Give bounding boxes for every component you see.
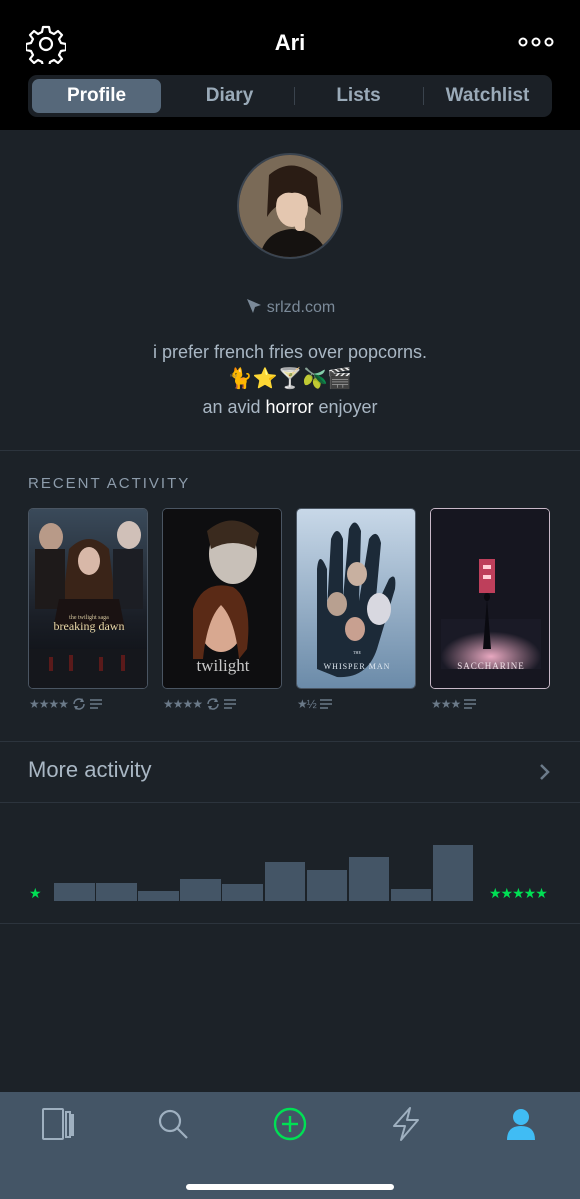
review-icon: [464, 699, 477, 709]
histogram-min-label: ★: [29, 885, 42, 901]
histogram-bar[interactable]: [432, 845, 474, 901]
star-rating: ★★★: [431, 697, 461, 711]
histogram-bar[interactable]: [96, 883, 137, 901]
bio-text: an avid: [202, 397, 266, 417]
top-bar: Ari Profile Diary Lists Watchlist: [0, 0, 580, 130]
section-title: RECENT ACTIVITY: [28, 475, 191, 492]
website-text: srlzd.com: [266, 299, 336, 316]
film-meta: ★★★: [431, 696, 477, 712]
tab-watchlist[interactable]: Watchlist: [423, 79, 552, 113]
star-rating: ★★★★: [163, 697, 203, 711]
tab-profile[interactable]: Profile: [32, 79, 161, 113]
tab-lists[interactable]: Lists: [294, 79, 423, 113]
poster-subtitle: THE: [353, 650, 361, 655]
review-icon: [319, 699, 332, 709]
profile-icon[interactable]: [503, 1106, 539, 1142]
film-poster-twilight[interactable]: twilight: [162, 508, 282, 689]
page-title: Ari: [274, 30, 306, 55]
star-rating: ★½: [297, 697, 317, 711]
website-link[interactable]: srlzd.com: [0, 297, 580, 317]
histogram-bar[interactable]: [138, 891, 179, 901]
bio-text: enjoyer: [313, 397, 378, 417]
review-icon: [90, 699, 103, 709]
bio-link-horror[interactable]: horror: [265, 397, 313, 417]
histogram-bar[interactable]: [306, 870, 348, 901]
bio-line: an avid horror enjoyer: [0, 397, 580, 418]
histogram-max-label: ★★★★★: [489, 885, 548, 901]
film-poster-whisper-man[interactable]: THE WHISPER MAN: [296, 508, 416, 689]
histogram-bar[interactable]: [348, 857, 390, 901]
films-icon[interactable]: [40, 1106, 76, 1142]
rewatch-icon: [207, 698, 219, 710]
histogram-bar[interactable]: [222, 884, 263, 901]
star-rating: ★★★★: [29, 697, 69, 711]
profile-tabs: Profile Diary Lists Watchlist: [28, 75, 552, 117]
film-poster-breaking-dawn[interactable]: the twilight saga breaking dawn: [28, 508, 148, 689]
add-icon[interactable]: [272, 1106, 308, 1142]
poster-title: SACCHARINE: [457, 661, 525, 671]
histogram-bar[interactable]: [54, 883, 95, 901]
review-icon: [224, 699, 237, 709]
chevron-right-icon[interactable]: [538, 762, 552, 782]
avatar[interactable]: [237, 153, 343, 259]
activity-icon[interactable]: [388, 1106, 424, 1142]
home-indicator[interactable]: [186, 1184, 394, 1190]
poster-title: twilight: [197, 656, 250, 675]
film-meta: ★½: [297, 696, 332, 712]
more-options-icon[interactable]: [518, 32, 554, 52]
poster-title: WHISPER MAN: [324, 662, 391, 671]
divider: [0, 741, 580, 742]
histogram-bar[interactable]: [264, 862, 306, 901]
histogram-bar[interactable]: [180, 879, 221, 901]
histogram-bar[interactable]: [390, 889, 432, 901]
divider: [0, 923, 580, 924]
divider: [0, 450, 580, 451]
bio-line: i prefer french fries over popcorns.: [152, 342, 428, 362]
search-icon[interactable]: [155, 1106, 191, 1142]
tab-diary[interactable]: Diary: [165, 79, 294, 113]
film-poster-saccharine[interactable]: SACCHARINE: [430, 508, 550, 689]
rewatch-icon: [73, 698, 85, 710]
film-meta: ★★★★: [163, 696, 237, 712]
film-meta: ★★★★: [29, 696, 103, 712]
divider: [0, 802, 580, 803]
cursor-icon: [246, 299, 261, 313]
poster-title: breaking dawn: [54, 619, 125, 633]
more-activity-link[interactable]: More activity: [28, 757, 151, 783]
bio-emojis: 🐈⭐🍸🫒🎬: [227, 368, 353, 390]
